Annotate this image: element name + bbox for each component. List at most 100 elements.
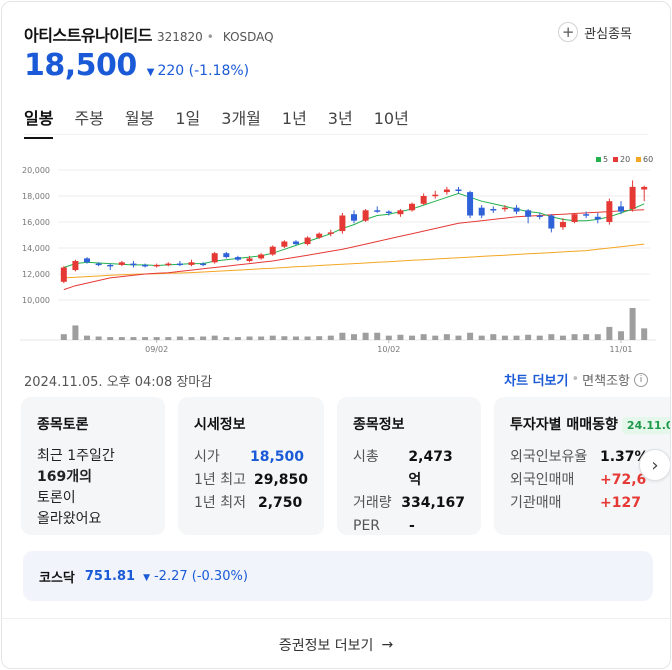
kosdaq-index-bar[interactable]: 코스닥 751.81 ▼ -2.27 (-0.30%) xyxy=(23,551,653,601)
legend-label: 20 xyxy=(620,155,630,164)
market-name: KOSDAQ xyxy=(222,30,274,44)
row-label: PER xyxy=(353,518,381,534)
favorite-label: 관심종목 xyxy=(584,26,632,42)
row-value: 29,850 xyxy=(253,472,308,488)
more-securities-label: 증권정보 더보기 xyxy=(278,637,374,654)
stock-row: 거래량 334,167 xyxy=(353,492,465,515)
volume-bar xyxy=(281,336,288,340)
stock-header: 아티스트유나이티드 321820 • KOSDAQ xyxy=(24,22,274,46)
candle-body xyxy=(351,214,357,221)
y-tick-label: 16,000 xyxy=(22,218,50,227)
candle-body xyxy=(246,258,253,261)
candle-body xyxy=(118,262,125,265)
candle-body xyxy=(304,237,311,245)
legend-label: 60 xyxy=(643,155,653,164)
volume-bar xyxy=(130,337,137,340)
volume-bar xyxy=(409,335,416,340)
link-separator: • xyxy=(571,372,580,387)
info-icon[interactable]: i xyxy=(634,372,648,387)
candle-body xyxy=(223,253,230,258)
down-arrow-icon: ▼ xyxy=(146,67,155,78)
legend-swatch xyxy=(636,157,641,162)
price-chart[interactable]: 20,000 18,000 16,000 14,000 12,000 10,000 5 20 6… xyxy=(20,150,656,360)
candle-body xyxy=(641,186,648,190)
y-tick-label: 14,000 xyxy=(22,244,50,253)
candle-body xyxy=(571,214,578,222)
candle-body xyxy=(513,207,520,212)
stock-row: 시총 2,473억 xyxy=(353,446,465,492)
candle-body xyxy=(362,210,369,221)
volume-bar xyxy=(200,336,207,340)
volume-bar xyxy=(304,336,311,340)
candle-body xyxy=(258,254,265,259)
index-name: 코스닥 xyxy=(39,570,75,586)
volume-bar xyxy=(211,335,218,340)
candle-body xyxy=(374,210,381,212)
volume-bar xyxy=(188,337,195,340)
separator-dot: • xyxy=(206,30,214,44)
row-label: 시총 xyxy=(353,449,379,465)
more-chart-link[interactable]: 차트 더보기 xyxy=(504,370,568,389)
row-value: 2,750 xyxy=(258,495,303,511)
candle-body xyxy=(84,258,91,263)
stock-info-card[interactable]: 종목정보 시총 2,473억 거래량 334,167 PER - xyxy=(337,397,481,535)
y-tick-label: 10,000 xyxy=(22,296,50,305)
timestamp: 2024.11.05. 오후 04:08 장마감 xyxy=(24,375,213,390)
investor-row: 기관매매 +127 xyxy=(510,492,670,515)
volume-bar xyxy=(165,337,172,340)
x-tick-label: 10/02 xyxy=(377,345,400,354)
volume-bar xyxy=(478,335,485,340)
discussion-line: 최근 1주일간 xyxy=(37,448,115,464)
candle-body xyxy=(72,261,79,271)
tab-divider xyxy=(24,134,648,135)
candle-body xyxy=(292,241,299,245)
candle-body xyxy=(467,192,474,216)
candle-body xyxy=(617,206,624,212)
volume-bar xyxy=(467,332,474,340)
volume-bar xyxy=(351,334,357,340)
candle-body xyxy=(316,233,323,238)
discussion-line: 169개의 xyxy=(37,469,92,485)
chevron-right-icon: › xyxy=(651,454,659,476)
volume-bar xyxy=(60,334,67,340)
y-tick-label: 20,000 xyxy=(22,166,50,175)
volume-bar xyxy=(142,337,149,340)
candle-body xyxy=(176,263,183,266)
stock-name[interactable]: 아티스트유나이티드 xyxy=(24,22,152,46)
volume-bar xyxy=(84,335,91,340)
stock-code: 321820 xyxy=(156,30,203,44)
candle-body xyxy=(420,196,427,204)
row-label: 기관매매 xyxy=(510,495,562,511)
volume-bar xyxy=(176,336,183,340)
add-favorite-button[interactable]: + 관심종목 xyxy=(558,22,632,42)
x-tick-label: 11/01 xyxy=(609,345,632,354)
price-change: ▼ 220 (-1.18%) xyxy=(147,63,249,79)
info-cards: 종목토론 최근 1주일간 169개의 토론이 올라왔어요 시세정보 시가 18,5… xyxy=(21,397,670,535)
disclaimer-link[interactable]: 면책조항 xyxy=(582,370,630,389)
row-value: +72,6 xyxy=(600,472,647,488)
market-info-card[interactable]: 시세정보 시가 18,500 1년 최고 29,850 1년 최저 2,750 xyxy=(178,397,324,535)
volume-bar xyxy=(443,334,450,340)
ma60-line xyxy=(63,243,645,279)
volume-bar xyxy=(339,332,346,340)
next-cards-button[interactable]: › xyxy=(639,449,670,481)
candle-body xyxy=(525,210,532,217)
candle-body xyxy=(606,201,613,222)
volume-bar xyxy=(153,337,160,340)
candle-body xyxy=(234,257,241,260)
volume-bar xyxy=(571,334,578,340)
volume-bar xyxy=(316,336,323,340)
discussion-card[interactable]: 종목토론 최근 1주일간 169개의 토론이 올라왔어요 xyxy=(21,397,165,535)
volume-bar xyxy=(559,335,566,340)
chart-links: 차트 더보기 • 면책조항 i xyxy=(504,370,648,389)
candle-body xyxy=(339,215,346,232)
y-tick-label: 18,000 xyxy=(22,192,50,201)
candle-body xyxy=(281,241,288,247)
volume-bar xyxy=(513,335,520,340)
arrow-right-icon: → xyxy=(381,636,394,653)
legend-swatch xyxy=(613,157,618,162)
more-securities-info-button[interactable]: 증권정보 더보기 → xyxy=(2,618,670,668)
current-price: 18,500 xyxy=(24,48,137,83)
candle-body xyxy=(559,222,566,228)
stock-widget-card: 아티스트유나이티드 321820 • KOSDAQ + 관심종목 18,500 … xyxy=(1,1,671,669)
